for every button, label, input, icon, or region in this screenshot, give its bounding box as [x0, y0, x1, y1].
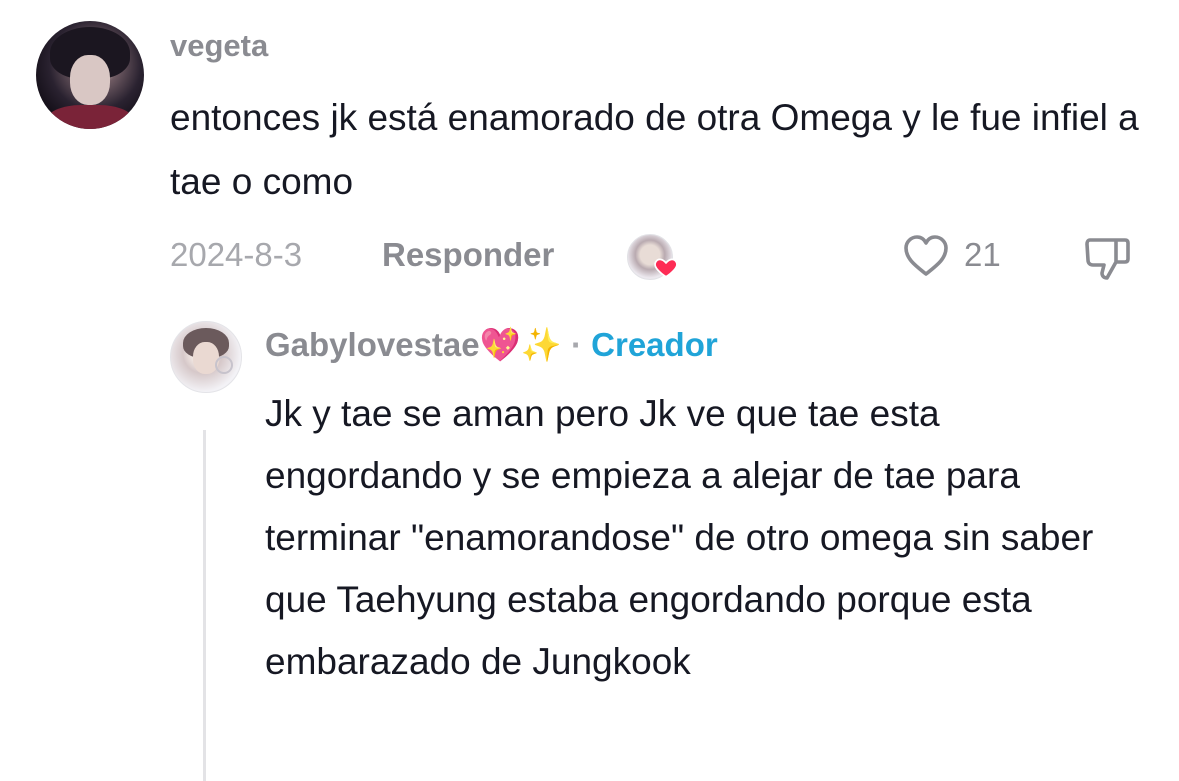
avatar-shirt [46, 105, 134, 129]
avatar-face [70, 55, 110, 105]
comment-text: entonces jk está enamorado de otra Omega… [170, 97, 1139, 202]
dislike-icon[interactable] [1083, 234, 1133, 282]
reply-thread-line [203, 430, 206, 781]
commenter-username[interactable]: vegeta [170, 28, 268, 64]
creator-liked-heart-icon [653, 254, 679, 280]
heart-outline-icon[interactable] [902, 234, 950, 278]
creator-liked-badge [627, 234, 679, 280]
reply-username-row[interactable]: Gabylovestae💖✨ · Creador [265, 326, 718, 365]
avatar-decoration [215, 356, 233, 374]
reply-text: Jk y tae se aman pero Jk ve que tae esta… [265, 393, 1094, 682]
sparkling-heart-emoji: 💖 [479, 326, 521, 363]
commenter-avatar[interactable] [36, 21, 144, 129]
sparkles-emoji: ✨ [520, 326, 562, 363]
reply-button[interactable]: Responder [382, 236, 554, 274]
like-count: 21 [964, 236, 1001, 273]
separator-dot: · [570, 326, 582, 363]
reply-username[interactable]: Gabylovestae [265, 326, 480, 363]
comment-date: 2024-8-3 [170, 236, 303, 273]
reply-avatar[interactable] [170, 321, 242, 393]
creator-badge: Creador [591, 326, 718, 363]
